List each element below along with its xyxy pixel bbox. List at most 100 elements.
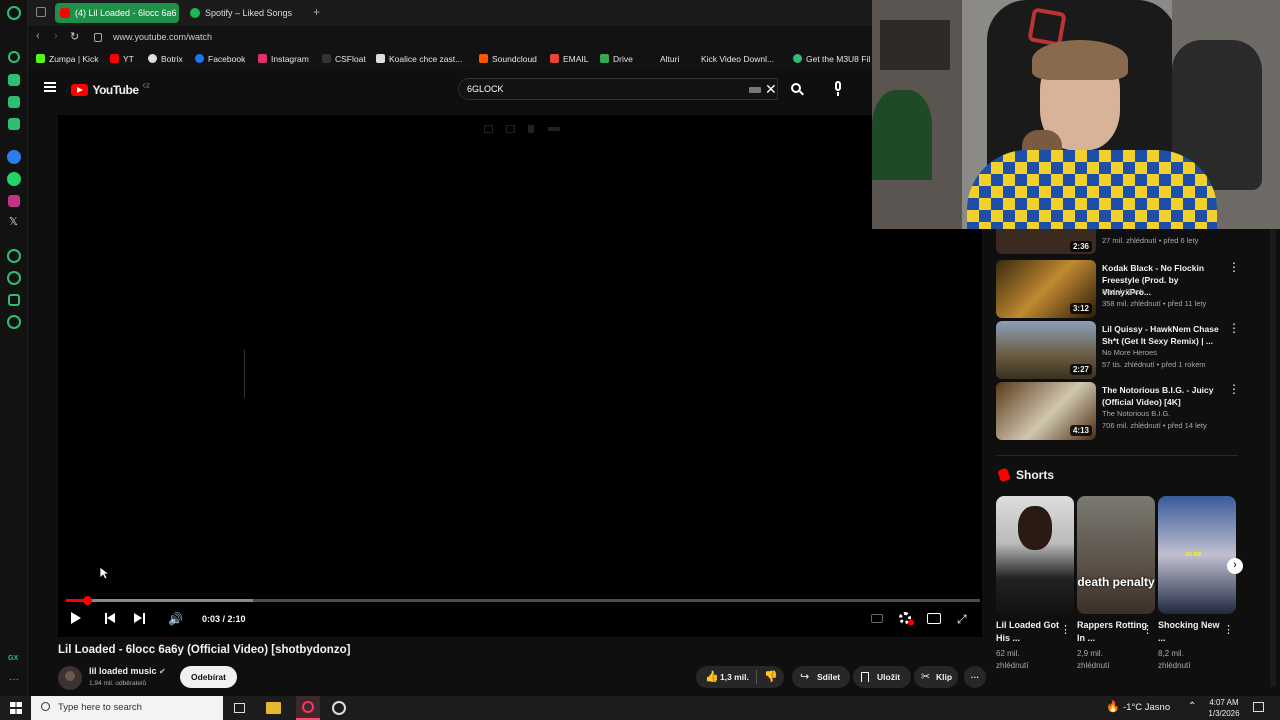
short-title[interactable]: Shocking New ... (1158, 619, 1228, 645)
subtitles-icon[interactable] (871, 614, 883, 623)
related-video-item[interactable]: 2:27 Lil Quissy - HawkNem Chase Sh*t (Ge… (996, 321, 1246, 379)
related-video-item[interactable]: 4:13 The Notorious B.I.G. - Juicy (Offic… (996, 382, 1246, 440)
windows-start-icon[interactable] (10, 702, 22, 714)
instagram-icon (258, 54, 267, 63)
speed-dial-icon[interactable] (8, 51, 20, 63)
bookmark-item[interactable]: Drive (600, 54, 633, 64)
bookmark-item[interactable]: YT (110, 54, 134, 64)
more-vert-icon[interactable]: ⋮ (1142, 623, 1153, 636)
settings-gear-icon[interactable] (7, 315, 21, 329)
bookmark-item[interactable]: Get the M3U8 Fil (793, 54, 870, 64)
short-title[interactable]: Rappers Rotting In ... (1077, 619, 1147, 645)
related-thumbnail[interactable]: 2:36 (996, 229, 1096, 254)
bookmark-item[interactable]: Instagram (258, 54, 309, 64)
play-button[interactable] (71, 612, 81, 624)
voice-search-button[interactable] (829, 81, 849, 101)
whatsapp-icon[interactable] (7, 172, 21, 186)
opera-gx-taskbar-button[interactable] (296, 696, 320, 720)
related-thumbnail[interactable]: 4:13 (996, 382, 1096, 440)
like-button[interactable]: 👍 1,3 mil. (696, 666, 756, 688)
gx-cleaner-icon[interactable] (8, 96, 20, 108)
bookmark-item[interactable]: CSFloat (322, 54, 366, 64)
gx-corner-icon[interactable] (8, 118, 20, 130)
player-icon[interactable] (7, 249, 21, 263)
new-tab-plus-icon[interactable]: + (313, 5, 320, 19)
more-actions-icon[interactable]: ··· (964, 666, 986, 688)
windows-taskbar: Type here to search 🔥 -1°C Jasno ⌃ 4:07 … (0, 696, 1280, 720)
tab-spotify[interactable]: Spotify – Liked Songs (185, 3, 315, 23)
more-icon[interactable]: ··· (9, 674, 19, 685)
file-explorer-icon[interactable] (266, 702, 281, 714)
bookmark-item[interactable]: Alturi (660, 54, 679, 64)
channel-name[interactable]: lil loaded music ✔ (89, 666, 166, 676)
tab-youtube[interactable]: (4) Lil Loaded - 6locc 6a6 (55, 3, 179, 23)
extensions-icon[interactable] (8, 294, 20, 306)
back-arrow-icon[interactable]: ‹ (36, 30, 40, 42)
browser-sidebar: 𝕏 GX ··· (0, 0, 28, 696)
weather-text[interactable]: -1°C Jasno (1123, 702, 1170, 713)
task-view-icon[interactable] (234, 703, 245, 713)
clip-button[interactable]: ✂ Klip (914, 666, 958, 688)
bookmark-item[interactable]: Zumpa | Kick (36, 54, 98, 64)
related-video-item[interactable]: 3:12 Kodak Black - No Flockin Freestyle … (996, 260, 1246, 318)
chevron-up-icon[interactable]: ⌃ (1188, 701, 1196, 712)
save-button[interactable]: Uložit (853, 666, 911, 688)
instagram-icon[interactable] (8, 195, 20, 207)
youtube-logo[interactable]: YouTube CZ (71, 81, 150, 99)
video-player[interactable] (58, 115, 982, 637)
bookmarks-bar: Zumpa | Kick YT Botrix Facebook Instagra… (28, 50, 872, 70)
previous-button[interactable] (105, 613, 116, 624)
volume-icon[interactable]: 🔊 (168, 612, 183, 626)
bookmark-item[interactable]: Kick Video Downl... (694, 54, 774, 64)
fullscreen-icon[interactable]: ⤢ (957, 612, 967, 627)
obs-icon[interactable] (332, 701, 346, 715)
x-twitter-icon[interactable]: 𝕏 (9, 215, 18, 228)
more-vert-icon[interactable]: ⋮ (1228, 321, 1240, 335)
opera-logo-icon[interactable] (7, 6, 21, 20)
taskbar-clock[interactable]: 4:07 AM 1/3/2026 (1207, 697, 1241, 719)
related-thumbnail[interactable]: 2:27 (996, 321, 1096, 379)
short-title[interactable]: Lil Loaded Got His ... (996, 619, 1066, 645)
short-thumbnail[interactable]: death penalty (1077, 496, 1155, 614)
forward-arrow-icon[interactable]: › (54, 30, 58, 42)
theater-mode-icon[interactable] (927, 613, 941, 624)
search-button[interactable] (780, 78, 812, 100)
share-button[interactable]: ↪ Sdílet (792, 666, 850, 688)
hamburger-menu-icon[interactable] (44, 82, 56, 92)
short-thumbnail[interactable] (996, 496, 1074, 614)
bookmark-item[interactable]: EMAIL (550, 54, 589, 64)
url-field[interactable]: www.youtube.com/watch (113, 32, 212, 42)
more-vert-icon[interactable]: ⋮ (1228, 260, 1240, 274)
related-video-item[interactable]: 2:36 27 mil. zhlédnutí • před 6 lety (996, 229, 1246, 254)
person-shirt (967, 150, 1217, 229)
related-thumbnail[interactable]: 3:12 (996, 260, 1096, 318)
more-vert-icon[interactable]: ⋮ (1228, 382, 1240, 396)
bookmark-item[interactable]: Koalice chce zast... (376, 54, 462, 64)
search-input[interactable]: 6GLOCK ✕ (458, 78, 778, 100)
dislike-button[interactable]: 👎 (764, 666, 778, 688)
bookmark-item[interactable]: Botrix (148, 54, 183, 64)
settings-gear-icon[interactable] (898, 611, 914, 625)
page-scrollbar[interactable] (1270, 229, 1276, 687)
gx-control-icon[interactable] (8, 74, 20, 86)
history-icon[interactable] (7, 271, 21, 285)
weather-icon: 🔥 (1106, 701, 1120, 713)
messenger-icon[interactable] (7, 150, 21, 164)
taskbar-search-box[interactable]: Type here to search (31, 696, 223, 720)
next-button[interactable] (134, 613, 145, 624)
short-thumbnail[interactable]: to be (1158, 496, 1236, 614)
shorts-next-button[interactable]: › (1227, 558, 1243, 574)
share-arrow-icon: ↪ (800, 671, 810, 683)
workspaces-icon[interactable] (36, 7, 46, 17)
notifications-icon[interactable] (1253, 702, 1264, 712)
reload-icon[interactable]: ↻ (70, 30, 79, 43)
bookmark-item[interactable]: Facebook (195, 54, 245, 64)
progress-scrubber-handle[interactable] (83, 596, 92, 605)
bookmark-item[interactable]: Soundcloud (479, 54, 537, 64)
subscribe-button[interactable]: Odebírat (180, 666, 237, 688)
keyboard-icon[interactable] (749, 87, 761, 93)
clear-search-icon[interactable]: ✕ (765, 81, 777, 98)
more-vert-icon[interactable]: ⋮ (1223, 623, 1234, 636)
channel-avatar[interactable] (58, 666, 82, 690)
more-vert-icon[interactable]: ⋮ (1060, 623, 1071, 636)
